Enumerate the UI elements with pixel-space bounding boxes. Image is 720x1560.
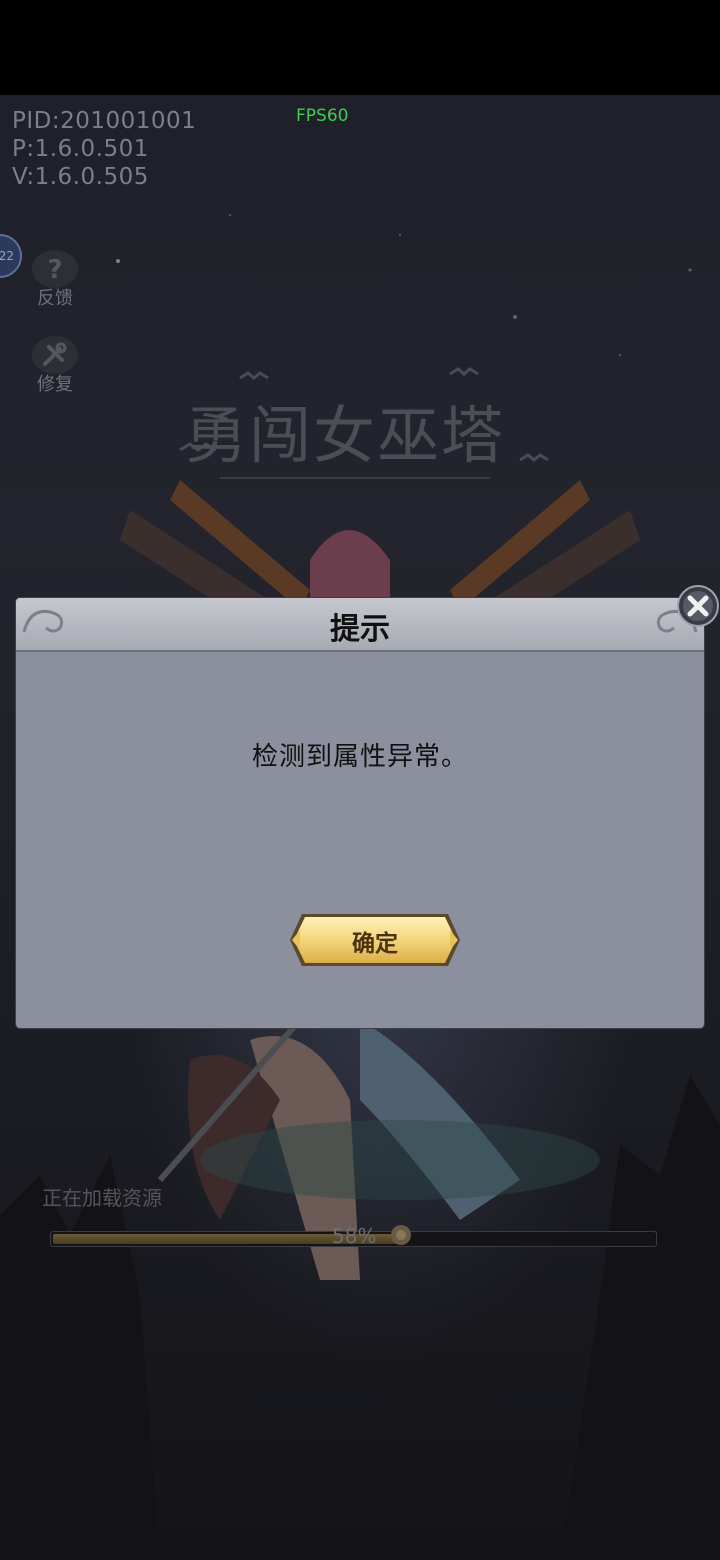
loading-progress-label: 58% bbox=[332, 1224, 377, 1248]
v-version-text: V:1.6.0.505 bbox=[12, 164, 149, 190]
dialog-close-button[interactable] bbox=[676, 584, 720, 628]
fps-counter: FPS60 bbox=[296, 106, 349, 126]
pid-text: PID:201001001 bbox=[12, 108, 197, 134]
repair-label: 修复 bbox=[37, 374, 73, 395]
confirm-button-label: 确定 bbox=[352, 931, 398, 957]
badge-count: 22 bbox=[0, 249, 14, 263]
dialog-title: 提示 bbox=[330, 612, 390, 647]
dialog-header: 提示 bbox=[16, 598, 704, 652]
dialog-message: 检测到属性异常。 bbox=[251, 742, 468, 772]
feedback-button[interactable]: ? 反馈 bbox=[30, 250, 80, 310]
confirm-button[interactable]: 确定 bbox=[288, 912, 462, 968]
progress-knob-icon bbox=[391, 1225, 411, 1245]
p-version-text: P:1.6.0.501 bbox=[12, 136, 149, 162]
close-icon bbox=[677, 585, 719, 627]
game-screen: PID:201001001 P:1.6.0.501 V:1.6.0.505 FP… bbox=[0, 0, 720, 1560]
alert-dialog: 提示 检测到属性异常。 确定 bbox=[16, 598, 704, 1028]
question-icon: ? bbox=[32, 250, 78, 288]
loading-status-text: 正在加载资源 bbox=[42, 1186, 162, 1210]
tools-icon bbox=[32, 336, 78, 374]
repair-button[interactable]: 修复 bbox=[30, 336, 80, 396]
feedback-label: 反馈 bbox=[37, 288, 73, 309]
svg-text:?: ? bbox=[47, 255, 62, 284]
